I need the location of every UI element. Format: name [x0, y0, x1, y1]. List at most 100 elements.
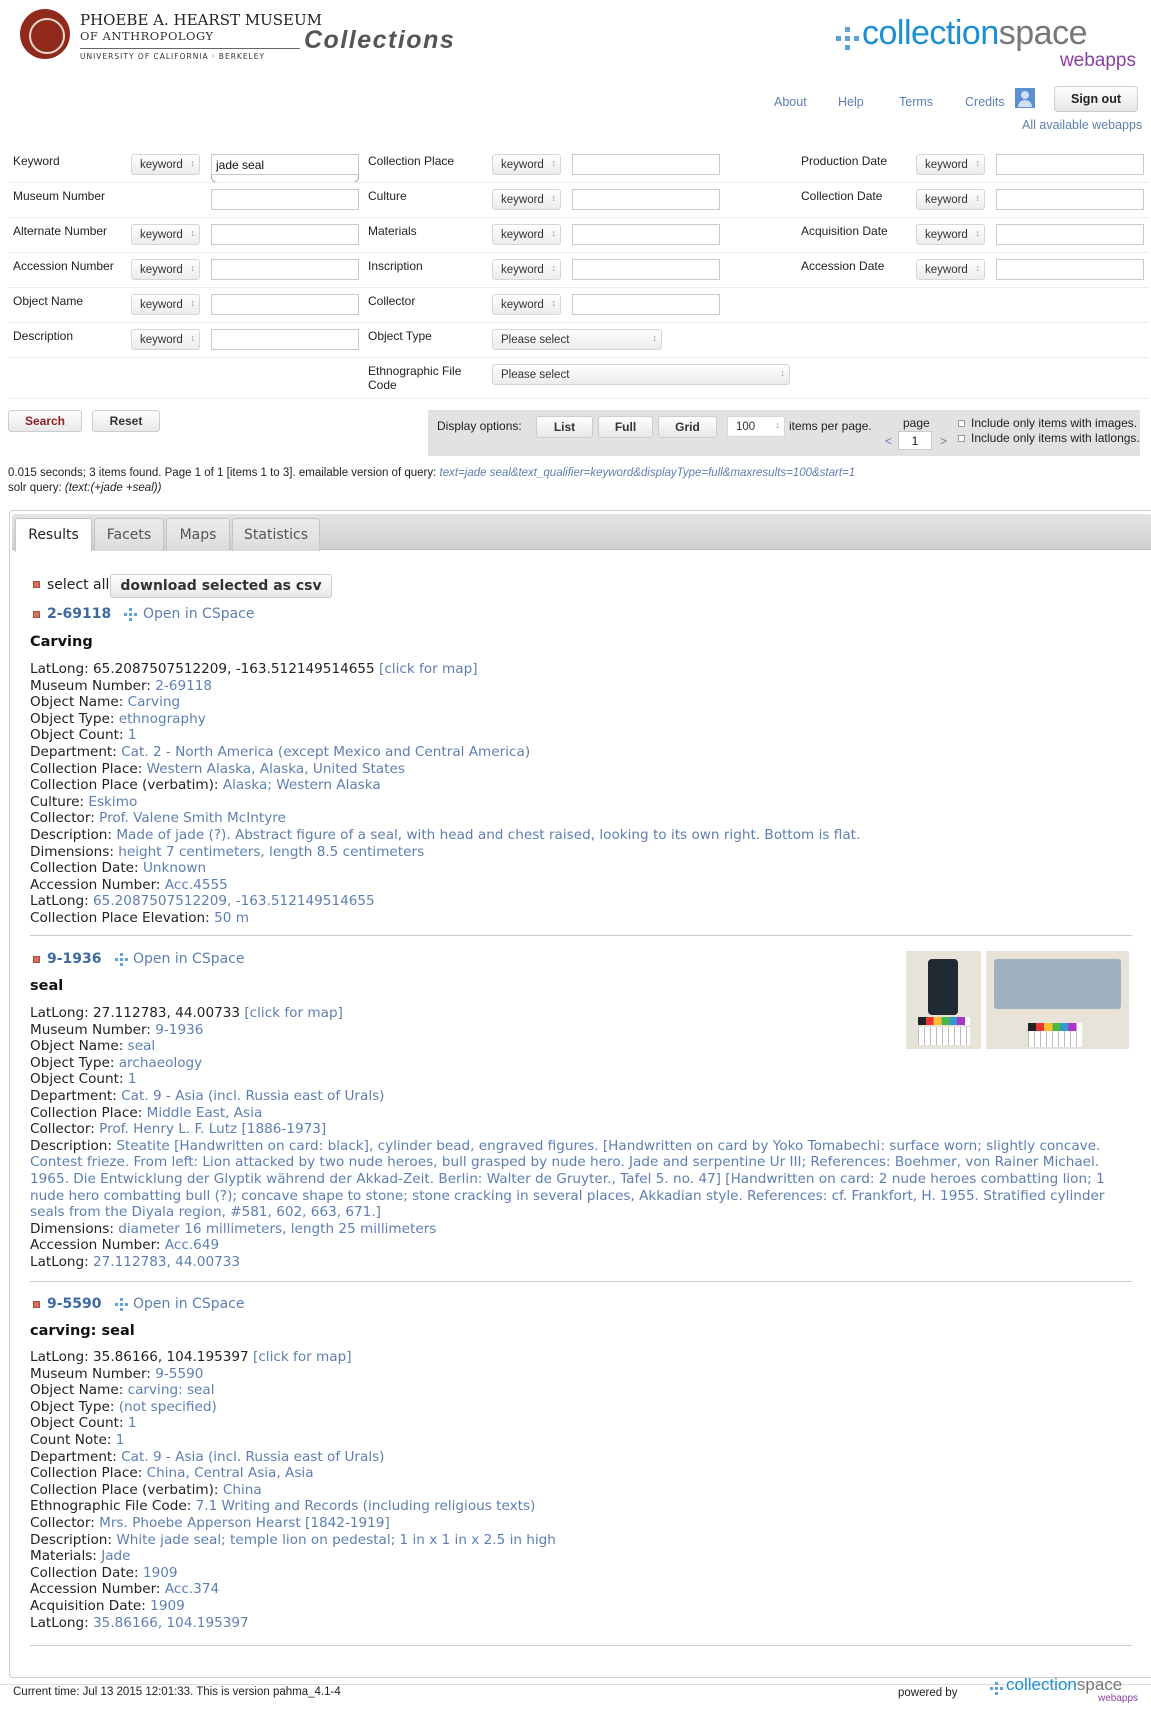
- nav-about[interactable]: About: [774, 95, 807, 109]
- object-name-qualifier-select[interactable]: keyword: [131, 294, 200, 315]
- field-value-link[interactable]: 1909: [150, 1598, 185, 1614]
- prev-page-button[interactable]: <: [885, 434, 892, 448]
- field-value-link[interactable]: Eskimo: [88, 794, 137, 810]
- click-for-map-link[interactable]: [click for map]: [244, 1005, 343, 1021]
- field-value-link[interactable]: China, Central Asia, Asia: [147, 1465, 314, 1481]
- select-all-checkbox[interactable]: [33, 581, 40, 588]
- all-webapps-link[interactable]: All available webapps: [1022, 118, 1142, 132]
- field-value-link[interactable]: Mrs. Phoebe Apperson Hearst [1842-1919]: [99, 1515, 390, 1531]
- field-value-link[interactable]: 1: [116, 1432, 125, 1448]
- collector-input[interactable]: [572, 294, 720, 315]
- alternate-number-qualifier-select[interactable]: keyword: [131, 224, 200, 245]
- materials-qualifier-select[interactable]: keyword: [492, 224, 561, 245]
- latlongs-only-checkbox[interactable]: [958, 435, 965, 442]
- field-value-link[interactable]: Jade: [101, 1548, 130, 1564]
- field-value-link[interactable]: (not specified): [119, 1399, 217, 1415]
- tab-results[interactable]: Results: [15, 518, 92, 552]
- field-value-link[interactable]: 2-69118: [155, 678, 212, 694]
- images-only-checkbox[interactable]: [958, 420, 965, 427]
- field-value-link[interactable]: Middle East, Asia: [147, 1105, 263, 1121]
- field-value-link[interactable]: 50 m: [214, 910, 249, 926]
- museum-number-input[interactable]: [211, 189, 359, 210]
- field-value-link[interactable]: 1909: [143, 1565, 178, 1581]
- keyword-input[interactable]: jade seal: [211, 154, 359, 175]
- field-value-link[interactable]: Western Alaska, Alaska, United States: [147, 761, 405, 777]
- field-value-link[interactable]: 7.1 Writing and Records (including relig…: [196, 1498, 536, 1514]
- production-date-qualifier-select[interactable]: keyword: [916, 154, 985, 175]
- object-name-input[interactable]: [211, 294, 359, 315]
- ethnographic-file-code-select[interactable]: Please select: [492, 364, 790, 385]
- cylinder-seal-image[interactable]: [906, 951, 981, 1049]
- field-value-link[interactable]: diameter 16 millimeters, length 25 milli…: [118, 1221, 436, 1237]
- seal-impression-image[interactable]: [986, 951, 1129, 1049]
- field-value-link[interactable]: ethnography: [119, 711, 206, 727]
- display-full-button[interactable]: Full: [598, 416, 653, 438]
- field-value-link[interactable]: seal: [128, 1038, 156, 1054]
- result-checkbox[interactable]: [33, 956, 40, 963]
- tab-maps[interactable]: Maps: [166, 518, 230, 551]
- field-value-link[interactable]: Carving: [128, 694, 180, 710]
- field-value-link[interactable]: Acc.374: [165, 1581, 219, 1597]
- field-value-link[interactable]: height 7 centimeters, length 8.5 centime…: [118, 844, 424, 860]
- field-value-link[interactable]: Cat. 9 - Asia (incl. Russia east of Ural…: [121, 1449, 384, 1465]
- accession-date-qualifier-select[interactable]: keyword: [916, 259, 985, 280]
- field-value-link[interactable]: 1: [128, 1071, 137, 1087]
- field-value-link[interactable]: Prof. Henry L. F. Lutz [1886-1973]: [99, 1121, 326, 1137]
- keyword-qualifier-select[interactable]: keyword: [131, 154, 200, 175]
- footer-collectionspace-logo[interactable]: collectionspace webapps: [990, 1675, 1140, 1711]
- field-value-link[interactable]: 65.2087507512209, -163.512149514655: [93, 893, 375, 909]
- reset-button[interactable]: Reset: [92, 410, 160, 432]
- open-in-cspace-link[interactable]: Open in CSpace: [133, 1296, 245, 1312]
- field-value-link[interactable]: carving: seal: [128, 1382, 215, 1398]
- next-page-button[interactable]: >: [940, 434, 947, 448]
- tab-facets[interactable]: Facets: [94, 518, 164, 551]
- field-value-link[interactable]: 1: [128, 727, 137, 743]
- display-list-button[interactable]: List: [536, 416, 593, 438]
- open-in-cspace-link[interactable]: Open in CSpace: [143, 606, 255, 622]
- inscription-input[interactable]: [572, 259, 720, 280]
- object-type-select[interactable]: Please select: [492, 329, 662, 350]
- accession-number-input[interactable]: [211, 259, 359, 280]
- field-value-link[interactable]: Cat. 2 - North America (except Mexico an…: [121, 744, 530, 760]
- accession-date-input[interactable]: [996, 259, 1144, 280]
- field-value-link[interactable]: 35.86166, 104.195397: [93, 1615, 249, 1631]
- result-number-link[interactable]: 2-69118: [47, 606, 111, 622]
- result-checkbox[interactable]: [33, 1301, 40, 1308]
- click-for-map-link[interactable]: [click for map]: [253, 1349, 352, 1365]
- field-value-link[interactable]: 1: [128, 1415, 137, 1431]
- download-csv-button[interactable]: download selected as csv: [110, 574, 332, 598]
- field-value-link[interactable]: Unknown: [143, 860, 206, 876]
- field-value-link[interactable]: Acc.4555: [165, 877, 228, 893]
- open-in-cspace-link[interactable]: Open in CSpace: [133, 951, 245, 967]
- production-date-input[interactable]: [996, 154, 1144, 175]
- items-per-page-select[interactable]: 100: [727, 416, 785, 437]
- field-value-link[interactable]: Alaska; Western Alaska: [223, 777, 381, 793]
- field-value-link[interactable]: 9-5590: [155, 1366, 203, 1382]
- collection-place-qualifier-select[interactable]: keyword: [492, 154, 561, 175]
- field-value-link[interactable]: Acc.649: [165, 1237, 219, 1253]
- collection-date-input[interactable]: [996, 189, 1144, 210]
- field-value-link[interactable]: Prof. Valene Smith McIntyre: [99, 810, 286, 826]
- acquisition-date-qualifier-select[interactable]: keyword: [916, 224, 985, 245]
- acquisition-date-input[interactable]: [996, 224, 1144, 245]
- culture-input[interactable]: [572, 189, 720, 210]
- nav-help[interactable]: Help: [838, 95, 864, 109]
- field-value-link[interactable]: 27.112783, 44.00733: [93, 1254, 240, 1270]
- inscription-qualifier-select[interactable]: keyword: [492, 259, 561, 280]
- collection-place-input[interactable]: [572, 154, 720, 175]
- museum-logo[interactable]: PHOEBE A. HEARST MUSEUM OF ANTHROPOLOGY …: [20, 9, 322, 61]
- materials-input[interactable]: [572, 224, 720, 245]
- search-button[interactable]: Search: [8, 410, 82, 432]
- field-value-link[interactable]: 9-1936: [155, 1022, 203, 1038]
- field-value-link[interactable]: White jade seal; temple lion on pedestal…: [116, 1532, 556, 1548]
- field-value-link[interactable]: Cat. 9 - Asia (incl. Russia east of Ural…: [121, 1088, 384, 1104]
- tab-statistics[interactable]: Statistics: [232, 518, 320, 551]
- emailable-query-link[interactable]: text=jade seal&text_qualifier=keyword&di…: [440, 467, 856, 479]
- user-icon[interactable]: [1015, 88, 1035, 108]
- click-for-map-link[interactable]: [click for map]: [379, 661, 478, 677]
- result-checkbox[interactable]: [33, 611, 40, 618]
- accession-number-qualifier-select[interactable]: keyword: [131, 259, 200, 280]
- result-number-link[interactable]: 9-5590: [47, 1296, 102, 1312]
- page-input[interactable]: 1: [898, 431, 932, 450]
- collector-qualifier-select[interactable]: keyword: [492, 294, 561, 315]
